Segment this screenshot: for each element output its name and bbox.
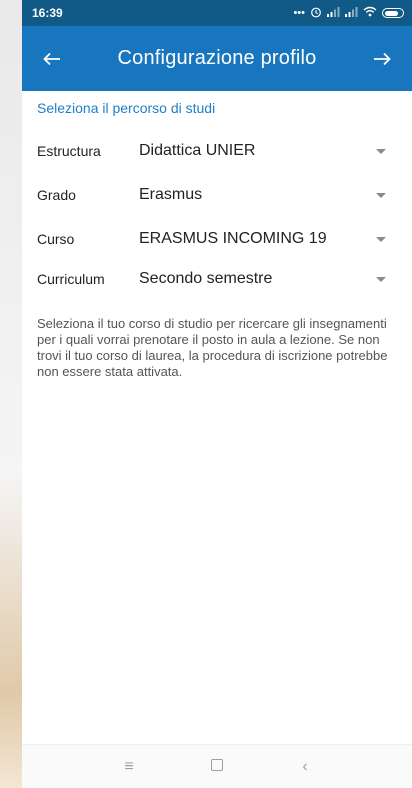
field-label: Grado: [37, 187, 76, 203]
grado-select[interactable]: Erasmus: [139, 186, 412, 204]
field-row-grado: Grado Erasmus: [22, 179, 412, 211]
phone-screen: 16:39 ••• Configurazione profilo Selezio…: [22, 0, 412, 788]
wifi-icon: [363, 6, 377, 20]
dropdown-caret-icon: [376, 192, 386, 198]
curso-select[interactable]: ERASMUS INCOMING 19: [139, 230, 412, 248]
arrow-right-icon: [373, 46, 391, 72]
field-value: Secondo semestre: [139, 270, 273, 287]
field-row-estructura: Estructura Didattica UNIER: [22, 135, 412, 167]
field-label: Estructura: [37, 143, 101, 159]
status-time: 16:39: [32, 6, 63, 20]
arrow-left-icon: [43, 46, 61, 72]
more-dots-icon: •••: [293, 7, 305, 19]
dropdown-caret-icon: [376, 276, 386, 282]
signal-icon: [345, 6, 358, 20]
home-icon[interactable]: [202, 758, 232, 776]
menu-icon[interactable]: ≡: [114, 758, 144, 776]
field-value: Didattica UNIER: [139, 142, 256, 159]
field-row-curso: Curso ERASMUS INCOMING 19: [22, 223, 412, 255]
forward-button[interactable]: [352, 26, 412, 91]
field-label: Curso: [37, 231, 75, 247]
signal-icon: [327, 6, 340, 20]
field-label: Curriculum: [37, 271, 105, 287]
field-row-curriculum: Curriculum Secondo semestre: [22, 263, 412, 295]
field-value: ERASMUS INCOMING 19: [139, 230, 327, 247]
app-bar: Configurazione profilo: [22, 26, 412, 91]
back-button[interactable]: [22, 26, 82, 91]
system-nav-bar: ≡ ‹: [22, 744, 412, 788]
status-bar: 16:39 •••: [22, 0, 412, 26]
background-outside-screen: [0, 0, 22, 788]
field-value: Erasmus: [139, 186, 203, 203]
estructura-select[interactable]: Didattica UNIER: [139, 142, 412, 160]
page-title: Configurazione profilo: [117, 47, 317, 69]
dropdown-caret-icon: [376, 236, 386, 242]
back-icon[interactable]: ‹: [290, 758, 320, 776]
alarm-icon: [310, 6, 322, 21]
curriculum-select[interactable]: Secondo semestre: [139, 270, 412, 288]
help-text: Seleziona il tuo corso di studio per ric…: [37, 316, 388, 379]
section-title: Seleziona il percorso di studi: [37, 100, 216, 116]
battery-icon: [382, 8, 404, 18]
status-icons: •••: [293, 6, 404, 21]
dropdown-caret-icon: [376, 148, 386, 154]
